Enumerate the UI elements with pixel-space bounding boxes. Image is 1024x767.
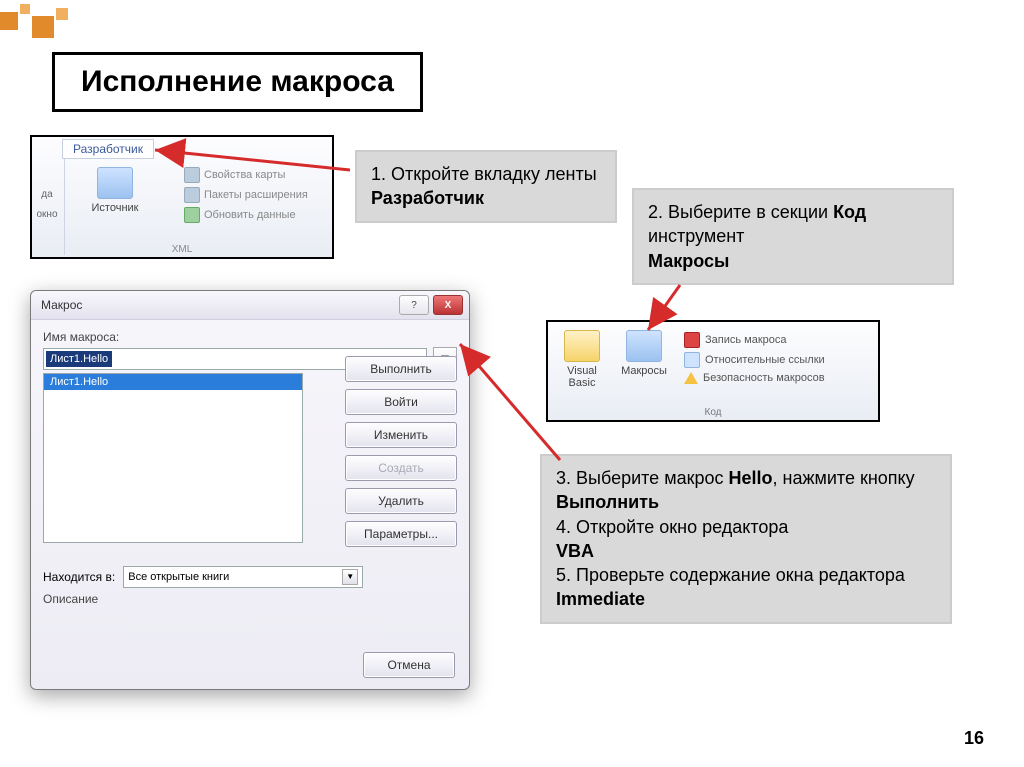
- create-button: Создать: [345, 455, 457, 481]
- callout-steps345: 3. Выберите макрос Hello, нажмите кнопку…: [540, 454, 952, 624]
- source-icon: [97, 167, 133, 199]
- macros-button[interactable]: Макросы: [616, 328, 672, 377]
- group-label-xml: XML: [172, 244, 193, 255]
- cancel-button[interactable]: Отмена: [363, 652, 455, 678]
- callout-step1: 1. Откройте вкладку ленты Разработчик: [355, 150, 617, 223]
- refresh-icon: [184, 207, 200, 223]
- dialog-title: Макрос: [41, 298, 82, 312]
- options-button[interactable]: Параметры...: [345, 521, 457, 547]
- close-button[interactable]: X: [433, 295, 463, 315]
- macros-icon: [626, 330, 662, 362]
- dialog-titlebar: Макрос ? X: [31, 291, 469, 320]
- step-into-button[interactable]: Войти: [345, 389, 457, 415]
- map-properties-label: Свойства карты: [204, 169, 285, 181]
- page-number: 16: [964, 728, 984, 749]
- map-properties-icon: [184, 167, 200, 183]
- expansion-packs-icon: [184, 187, 200, 203]
- help-button[interactable]: ?: [399, 295, 429, 315]
- chevron-down-icon: ▼: [342, 569, 358, 585]
- record-icon: [684, 332, 700, 348]
- visual-basic-button[interactable]: Visual Basic: [554, 328, 610, 389]
- macro-security-label: Безопасность макросов: [703, 372, 825, 384]
- slide-title: Исполнение макроса: [52, 52, 423, 112]
- description-label: Описание: [43, 592, 98, 606]
- macro-list[interactable]: Лист1.Hello: [43, 373, 303, 543]
- relative-refs-icon: [684, 352, 700, 368]
- location-value: Все открытые книги: [128, 571, 229, 583]
- macro-name-value: Лист1.Hello: [46, 351, 112, 367]
- macro-dialog: Макрос ? X Имя макроса: Лист1.Hello ▦ Ли…: [30, 290, 470, 690]
- refresh-data-button[interactable]: Обновить данные: [184, 207, 296, 223]
- source-label: Источник: [76, 202, 154, 214]
- record-macro-button[interactable]: Запись макроса: [684, 332, 787, 348]
- expansion-packs-label: Пакеты расширения: [204, 189, 308, 201]
- macro-list-item[interactable]: Лист1.Hello: [44, 374, 302, 390]
- relative-refs-button[interactable]: Относительные ссылки: [684, 352, 825, 368]
- ribbon-developer: Разработчик да окно Источник Свойства ка…: [30, 135, 334, 259]
- macros-label: Макросы: [616, 365, 672, 377]
- record-macro-label: Запись макроса: [705, 334, 787, 346]
- group-label-code: Код: [704, 407, 721, 418]
- corner-decoration: [0, 0, 120, 38]
- visual-basic-icon: [564, 330, 600, 362]
- relative-refs-label: Относительные ссылки: [705, 354, 825, 366]
- warning-icon: [684, 372, 698, 384]
- ribbon-fragment-okno: окно: [36, 209, 58, 220]
- map-properties-button[interactable]: Свойства карты: [184, 167, 285, 183]
- arrow-step3: [460, 344, 560, 460]
- delete-button[interactable]: Удалить: [345, 488, 457, 514]
- macro-name-label: Имя макроса:: [43, 330, 457, 344]
- location-label: Находится в:: [43, 570, 115, 584]
- ribbon-tab-developer[interactable]: Разработчик: [62, 139, 154, 159]
- edit-button[interactable]: Изменить: [345, 422, 457, 448]
- refresh-data-label: Обновить данные: [204, 209, 296, 221]
- callout-step2: 2. Выберите в секции Код инструмент Макр…: [632, 188, 954, 285]
- macro-security-button[interactable]: Безопасность макросов: [684, 372, 825, 384]
- ribbon-fragment-da: да: [36, 189, 58, 200]
- expansion-packs-button[interactable]: Пакеты расширения: [184, 187, 308, 203]
- visual-basic-label: Visual Basic: [554, 365, 610, 389]
- source-button[interactable]: Источник: [76, 167, 154, 214]
- run-button[interactable]: Выполнить: [345, 356, 457, 382]
- ribbon-code-group: Visual Basic Макросы Запись макроса Отно…: [546, 320, 880, 422]
- location-select[interactable]: Все открытые книги ▼: [123, 566, 363, 588]
